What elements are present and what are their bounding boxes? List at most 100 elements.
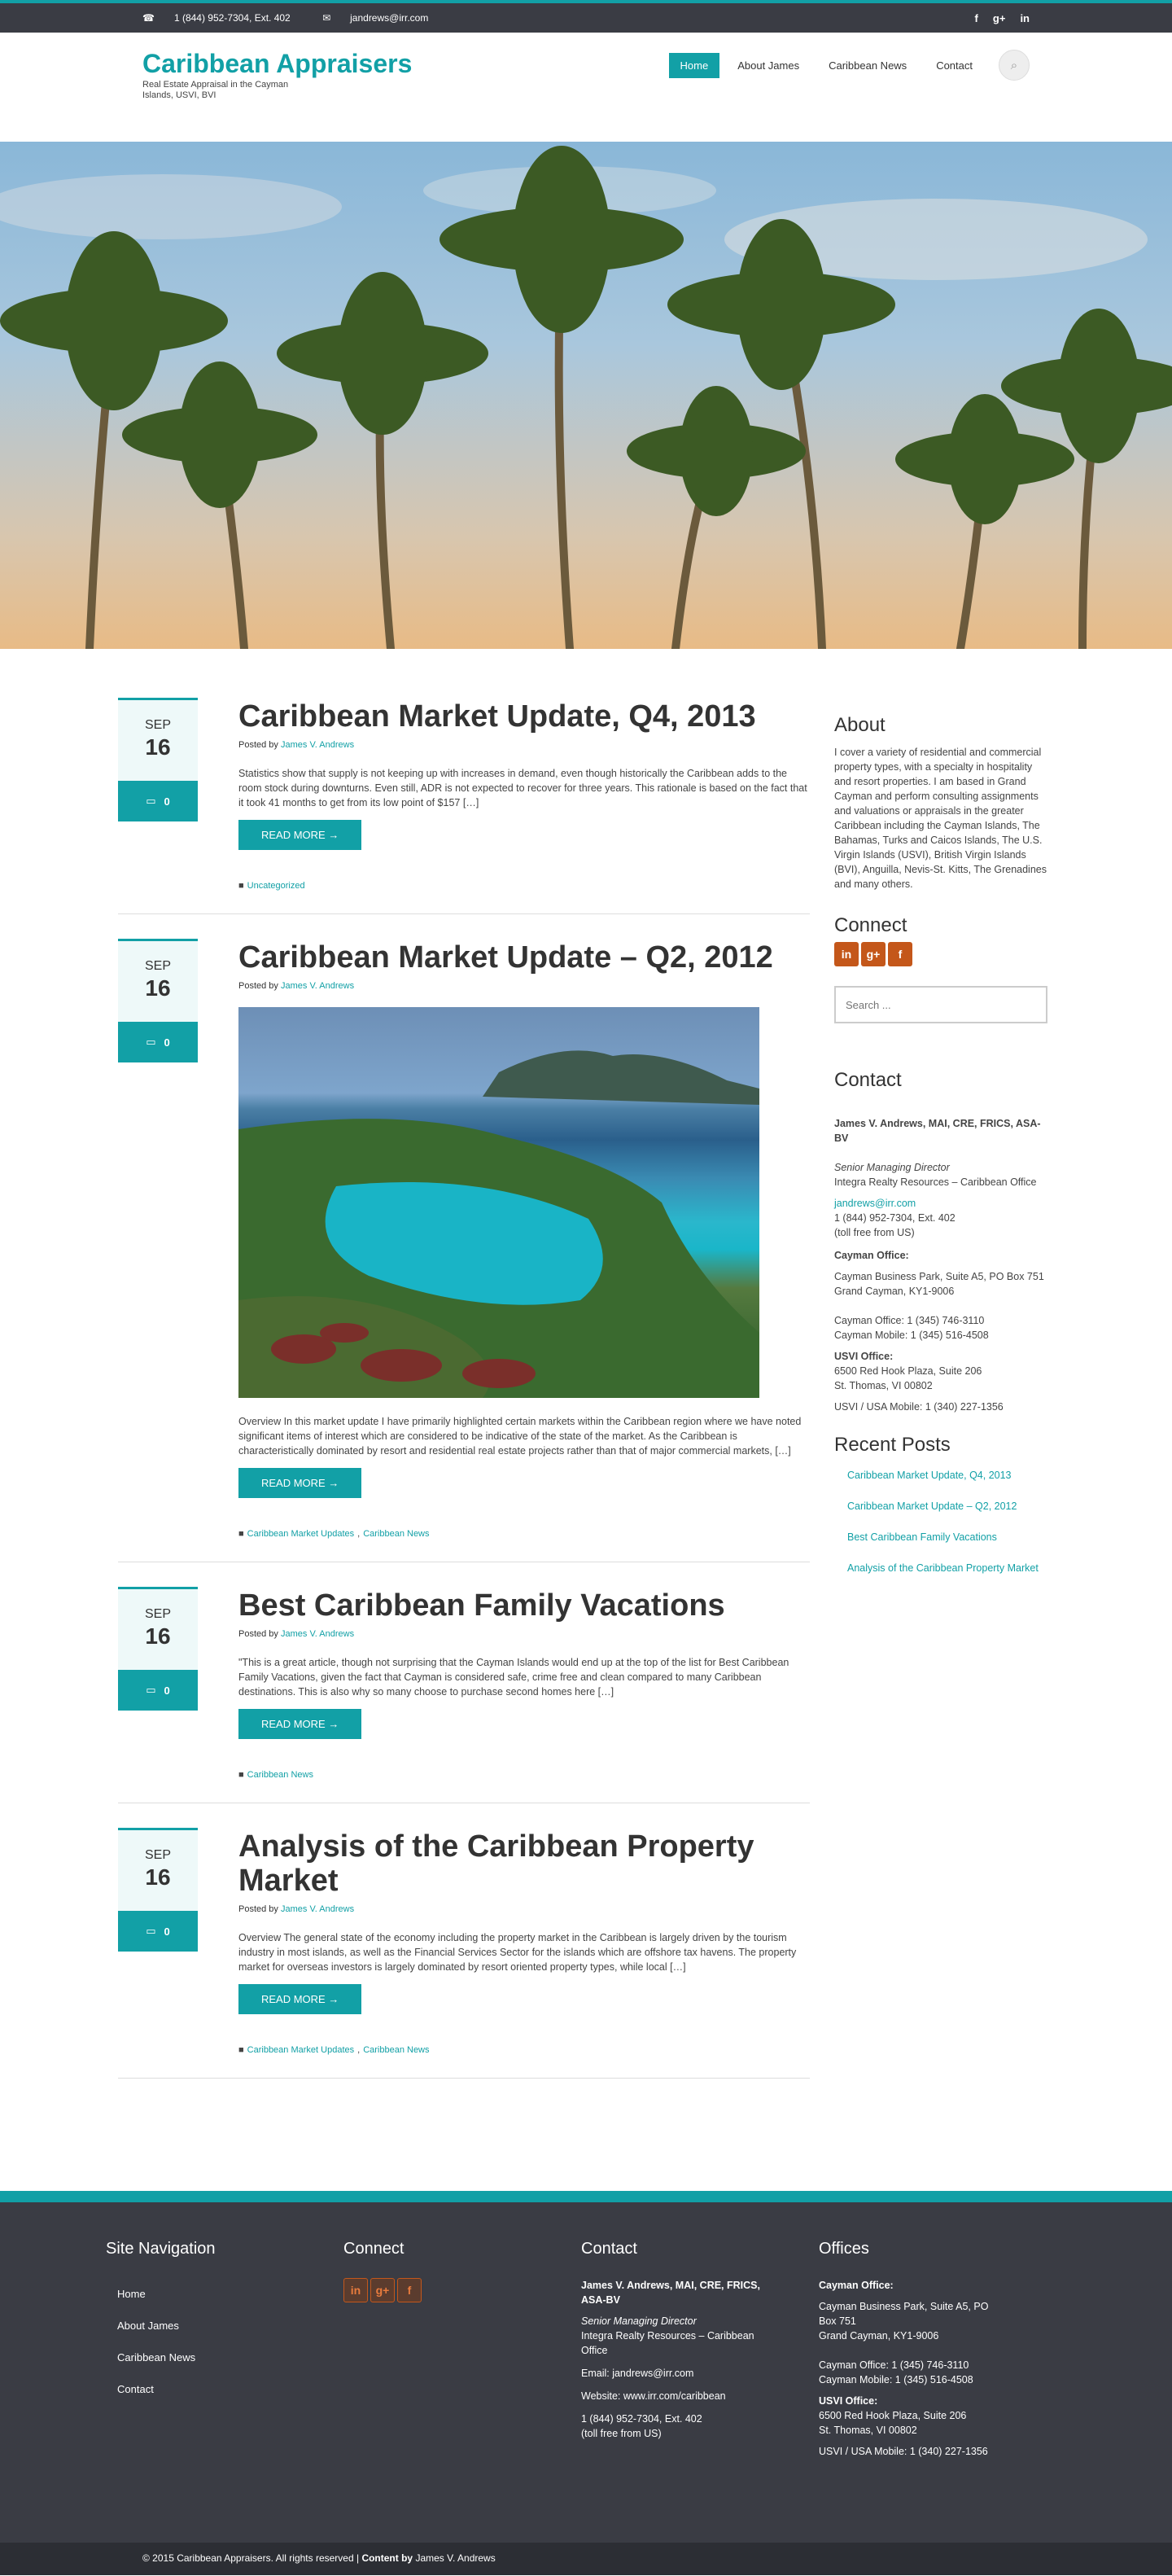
site-title[interactable]: Caribbean Appraisers — [142, 49, 412, 78]
folder-icon: ■ — [238, 1529, 244, 1539]
search-input[interactable] — [834, 986, 1047, 1023]
cayman-office-phone: Cayman Office: 1 (345) 746-3110 — [834, 1315, 985, 1326]
usvi-mobile: USVI / USA Mobile: 1 (340) 227-1356 — [834, 1401, 1004, 1413]
contact-email-link[interactable]: jandrews@irr.com — [834, 1196, 1047, 1211]
site-tagline: Real Estate Appraisal in the Cayman Isla… — [142, 80, 289, 100]
phone-icon: ☎ — [142, 12, 155, 24]
post-date: SEP 16 ▭ 0 — [118, 698, 198, 891]
google-plus-icon[interactable]: g+ — [370, 2278, 395, 2302]
footer-nav-home[interactable]: Home — [117, 2288, 343, 2300]
read-more-button[interactable]: READ MORE → — [238, 1984, 362, 2014]
posted-by-label: Posted by — [238, 981, 278, 991]
facebook-icon[interactable]: f — [975, 12, 978, 24]
post-list: SEP 16 ▭ 0 Caribbean Market Update, Q4, 20… — [118, 698, 810, 2103]
footer-connect-title: Connect — [343, 2240, 405, 2258]
social-icons: in g+ f — [834, 942, 1047, 966]
nav-item-about-james[interactable]: About James — [726, 53, 811, 78]
cayman-label: Cayman Office: — [834, 1250, 909, 1261]
footer-contact-website[interactable]: Website: www.irr.com/caribbean — [581, 2389, 819, 2403]
footer-cayman-label: Cayman Office: — [819, 2280, 894, 2291]
post-excerpt: Overview In this market update I have pr… — [238, 1416, 802, 1457]
usvi-address-1: 6500 Red Hook Plaza, Suite 206 — [834, 1365, 982, 1377]
nav-item-contact[interactable]: Contact — [925, 53, 984, 78]
comment-icon: ▭ — [146, 1684, 156, 1696]
category-link[interactable]: Caribbean News — [363, 2045, 429, 2055]
post-title[interactable]: Analysis of the Caribbean Property Marke… — [238, 1829, 808, 1898]
read-more-button[interactable]: READ MORE → — [238, 820, 362, 850]
author-link[interactable]: James V. Andrews — [281, 981, 354, 991]
footer-nav-column: Site Navigation Home About James Caribbe… — [106, 2240, 343, 2459]
comments-link[interactable]: ▭ 0 — [118, 1911, 198, 1952]
linkedin-icon[interactable]: in — [834, 942, 859, 966]
facebook-icon[interactable]: f — [888, 942, 912, 966]
post-featured-image[interactable] — [238, 1007, 759, 1398]
author-link[interactable]: James V. Andrews — [281, 1629, 354, 1639]
category-link[interactable]: Caribbean News — [363, 1529, 429, 1539]
facebook-icon[interactable]: f — [397, 2278, 422, 2302]
read-more-button[interactable]: READ MORE → — [238, 1468, 362, 1498]
post-categories: ■ Caribbean News — [238, 1770, 808, 1780]
category-link[interactable]: Caribbean Market Updates — [247, 2045, 354, 2055]
contact-role: Senior Managing Director — [834, 1162, 950, 1173]
logo[interactable]: Caribbean Appraisers Real Estate Apprais… — [142, 49, 412, 101]
comments-link[interactable]: ▭ 0 — [118, 1670, 198, 1711]
site-footer: Site Navigation Home About James Caribbe… — [0, 2191, 1172, 2543]
cayman-address-2: Grand Cayman, KY1-9006 — [834, 1286, 955, 1297]
linkedin-icon[interactable]: in — [1020, 12, 1030, 24]
post-title[interactable]: Best Caribbean Family Vacations — [238, 1588, 808, 1623]
post-item: SEP 16 ▭ 0 Caribbean Market Update – Q2, 2… — [118, 939, 810, 1562]
contact-title: Contact — [834, 1069, 902, 1091]
footer-usvi-address-1: 6500 Red Hook Plaza, Suite 206 — [819, 2410, 967, 2421]
comment-count: 0 — [164, 1036, 170, 1049]
palm-trees-illustration — [0, 146, 1172, 649]
footer-contact-email[interactable]: Email: jandrews@irr.com — [581, 2366, 819, 2381]
post-title[interactable]: Caribbean Market Update, Q4, 2013 — [238, 699, 808, 734]
comment-count: 0 — [164, 1925, 170, 1938]
post-item: SEP 16 ▭ 0 Best Caribbean Family Vacations… — [118, 1587, 810, 1803]
phone-contact[interactable]: ☎ 1 (844) 952-7304, Ext. 402 — [142, 12, 305, 24]
post-item: SEP 16 ▭ 0 Caribbean Market Update, Q4, 20… — [118, 698, 810, 914]
footer-cayman-mobile: Cayman Mobile: 1 (345) 516-4508 — [819, 2374, 973, 2385]
copyright-bar: © 2015 Caribbean Appraisers. All rights … — [0, 2543, 1172, 2575]
post-day: 16 — [145, 1623, 171, 1649]
comments-link[interactable]: ▭ 0 — [118, 1022, 198, 1062]
usvi-address-2: St. Thomas, VI 00802 — [834, 1380, 933, 1391]
recent-post-link[interactable]: Best Caribbean Family Vacations — [847, 1530, 1047, 1544]
footer-nav-caribbean-news[interactable]: Caribbean News — [117, 2351, 343, 2364]
footer-nav-contact[interactable]: Contact — [117, 2383, 343, 2395]
email-text: jandrews@irr.com — [350, 12, 429, 24]
post-date: SEP 16 ▭ 0 — [118, 939, 198, 1539]
recent-post-link[interactable]: Analysis of the Caribbean Property Marke… — [847, 1561, 1047, 1575]
post-month: SEP — [144, 959, 171, 973]
post-day: 16 — [145, 975, 171, 1001]
read-more-button[interactable]: READ MORE → — [238, 1709, 362, 1739]
post-excerpt: "This is a great article, though not sur… — [238, 1657, 789, 1698]
email-contact[interactable]: ✉ jandrews@irr.com — [322, 12, 443, 24]
google-plus-icon[interactable]: g+ — [993, 12, 1006, 24]
post-categories: ■ Uncategorized — [238, 881, 808, 891]
footer-contact-company: Integra Realty Resources – Caribbean Off… — [581, 2330, 754, 2356]
category-link[interactable]: Caribbean News — [247, 1770, 313, 1780]
category-link[interactable]: Uncategorized — [247, 881, 305, 891]
nav-item-home[interactable]: Home — [668, 52, 720, 78]
post-categories: ■ Caribbean Market Updates, Caribbean News — [238, 1529, 430, 1539]
linkedin-icon[interactable]: in — [343, 2278, 368, 2302]
comments-link[interactable]: ▭ 0 — [118, 781, 198, 821]
search-icon[interactable]: ⌕ — [999, 50, 1030, 81]
post-title[interactable]: Caribbean Market Update – Q2, 2012 — [238, 940, 808, 975]
footer-nav-about-james[interactable]: About James — [117, 2320, 343, 2332]
google-plus-icon[interactable]: g+ — [861, 942, 886, 966]
recent-post-link[interactable]: Caribbean Market Update – Q2, 2012 — [847, 1499, 1047, 1514]
folder-icon: ■ — [238, 1770, 244, 1780]
footer-contact-column: Contact James V. Andrews, MAI, CRE, FRIC… — [581, 2240, 819, 2459]
category-link[interactable]: Caribbean Market Updates — [247, 1529, 354, 1539]
author-link[interactable]: James V. Andrews — [281, 740, 354, 750]
copyright-text: © 2015 Caribbean Appraisers. All rights … — [142, 2552, 362, 2564]
posted-by-label: Posted by — [238, 1629, 278, 1639]
recent-post-link[interactable]: Caribbean Market Update, Q4, 2013 — [847, 1468, 1047, 1483]
footer-contact-name: James V. Andrews, MAI, CRE, FRICS, ASA-B… — [581, 2280, 760, 2306]
footer-usvi-mobile: USVI / USA Mobile: 1 (340) 227-1356 — [819, 2446, 988, 2457]
comment-icon: ▭ — [146, 1036, 156, 1048]
nav-item-caribbean-news[interactable]: Caribbean News — [817, 53, 918, 78]
author-link[interactable]: James V. Andrews — [281, 1904, 354, 1914]
